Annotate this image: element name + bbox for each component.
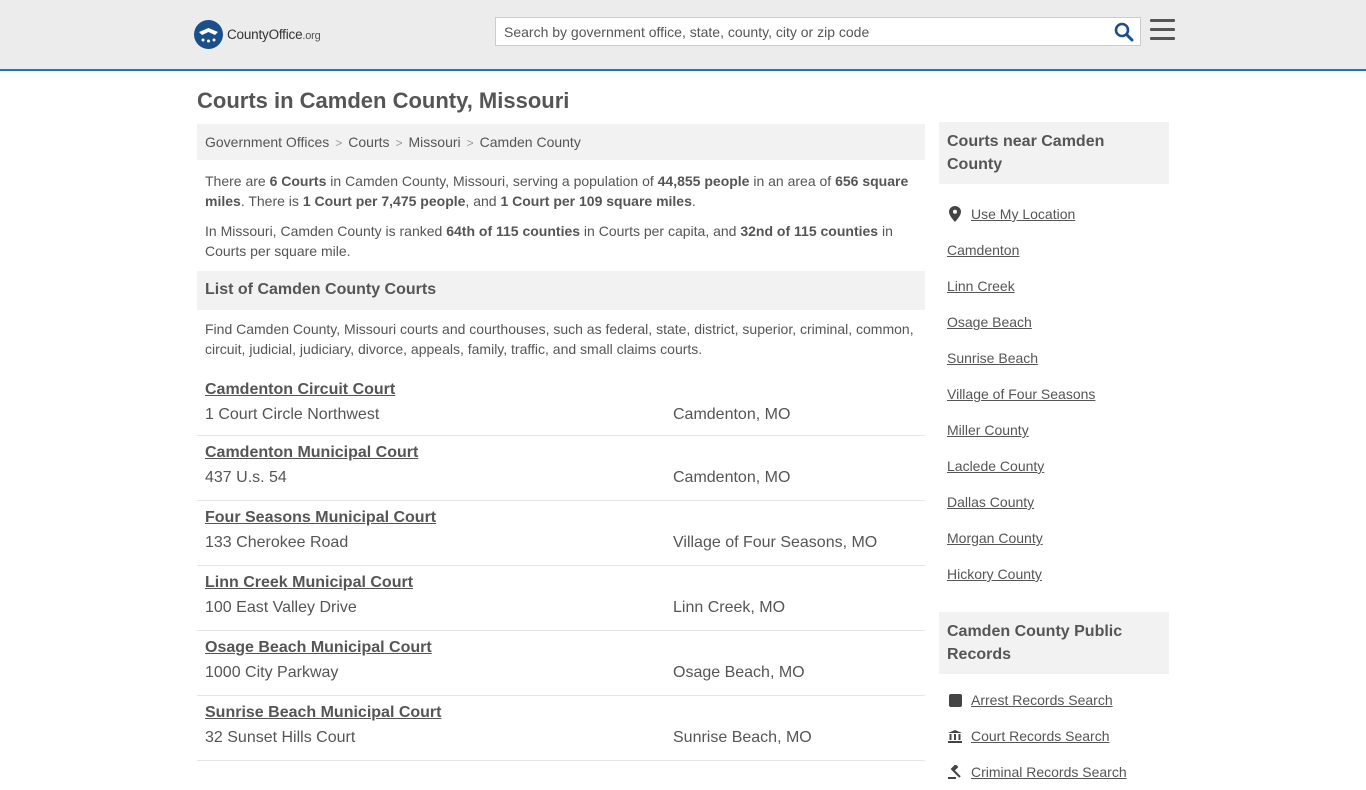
court-city: Camdenton, MO [673, 406, 791, 423]
nearby-item: Camdenton [939, 232, 1169, 268]
sidebar: Courts near Camden County Use My Locatio… [939, 122, 1169, 790]
court-address: 133 Cherokee Road [205, 534, 349, 551]
court-list-description: Find Camden County, Missouri courts and … [205, 321, 914, 357]
hamburger-icon-bar [1150, 28, 1175, 31]
square-icon [947, 693, 963, 707]
nearby-link-sunrise-beach[interactable]: Sunrise Beach [947, 350, 1038, 366]
search-button[interactable] [1114, 22, 1134, 42]
nearby-item: Village of Four Seasons [939, 376, 1169, 412]
records-item: Arrest Records Search [939, 682, 1169, 718]
court-city: Sunrise Beach, MO [673, 729, 812, 746]
nearby-item: Miller County [939, 412, 1169, 448]
nearby-item: Sunrise Beach [939, 340, 1169, 376]
court-name-link[interactable]: Camdenton Circuit Court [205, 381, 395, 399]
breadcrumb-separator: > [466, 136, 474, 150]
nearby-item: Dallas County [939, 484, 1169, 520]
court-item: Four Seasons Municipal Court 133 Cheroke… [197, 501, 925, 566]
logo-text: CountyOffice.org [227, 27, 321, 42]
nearby-link-miller-county[interactable]: Miller County [947, 422, 1029, 438]
nearby-item: Morgan County [939, 520, 1169, 556]
court-city: Linn Creek, MO [673, 599, 786, 616]
breadcrumb-separator: > [335, 136, 343, 150]
criminal-records-link[interactable]: Criminal Records Search [971, 764, 1127, 780]
court-address: 1 Court Circle Northwest [205, 406, 380, 423]
court-city: Village of Four Seasons, MO [673, 534, 878, 551]
court-name-link[interactable]: Linn Creek Municipal Court [205, 574, 413, 592]
nearby-item: Hickory County [939, 556, 1169, 592]
court-city: Osage Beach, MO [673, 664, 805, 681]
public-records-heading: Camden County Public Records [939, 612, 1169, 674]
nearby-item: Laclede County [939, 448, 1169, 484]
search-icon [1114, 22, 1134, 42]
nearby-item: Osage Beach [939, 304, 1169, 340]
arrest-records-link[interactable]: Arrest Records Search [971, 692, 1113, 708]
breadcrumb-courts[interactable]: Courts [348, 134, 389, 150]
nearby-courts-heading: Courts near Camden County [939, 122, 1169, 184]
breadcrumb-missouri[interactable]: Missouri [409, 134, 461, 150]
court-name-link[interactable]: Sunrise Beach Municipal Court [205, 704, 441, 722]
court-address: 100 East Valley Drive [205, 599, 357, 616]
records-item: Court Records Search [939, 718, 1169, 754]
court-item: Linn Creek Municipal Court 100 East Vall… [197, 566, 925, 631]
use-my-location-item: Use My Location [939, 196, 1169, 232]
nearby-link-osage-beach[interactable]: Osage Beach [947, 314, 1032, 330]
page-title: Courts in Camden County, Missouri [197, 88, 570, 113]
site-header: CountyOffice.org [0, 0, 1366, 71]
breadcrumb-separator: > [395, 136, 403, 150]
court-list-heading: List of Camden County Courts [197, 271, 925, 310]
breadcrumb: Government Offices > Courts > Missouri > Camde… [197, 124, 925, 160]
search-input[interactable] [496, 18, 1106, 45]
search-box [495, 17, 1141, 46]
nearby-link-linn-creek[interactable]: Linn Creek [947, 278, 1015, 294]
hamburger-icon-bar [1150, 37, 1175, 40]
court-item: Osage Beach Municipal Court 1000 City Pa… [197, 631, 925, 696]
public-records-list: Arrest Records Search Court Records Sear… [939, 674, 1169, 790]
nearby-link-hickory-county[interactable]: Hickory County [947, 566, 1042, 582]
logo-badge-icon [194, 20, 223, 49]
court-address: 1000 City Parkway [205, 664, 339, 681]
court-name-link[interactable]: Four Seasons Municipal Court [205, 509, 436, 527]
use-my-location-link[interactable]: Use My Location [971, 206, 1075, 222]
intro-ranking: In Missouri, Camden County is ranked 64t… [205, 223, 893, 259]
court-item: Camdenton Municipal Court 437 U.s. 54 Ca… [197, 436, 925, 501]
gavel-icon [947, 765, 963, 779]
site-logo[interactable]: CountyOffice.org [194, 20, 321, 49]
court-item: Sunrise Beach Municipal Court 32 Sunset … [197, 696, 925, 761]
court-item: Camdenton Circuit Court 1 Court Circle N… [197, 373, 925, 436]
nearby-link-dallas-county[interactable]: Dallas County [947, 494, 1034, 510]
menu-button[interactable] [1150, 19, 1175, 41]
court-address: 437 U.s. 54 [205, 469, 287, 486]
nearby-courts-list: Use My Location Camdenton Linn Creek Osa… [939, 184, 1169, 592]
nearby-link-village-of-four-seasons[interactable]: Village of Four Seasons [947, 386, 1095, 402]
court-records-link[interactable]: Court Records Search [971, 728, 1110, 744]
nearby-link-morgan-county[interactable]: Morgan County [947, 530, 1043, 546]
records-item: Criminal Records Search [939, 754, 1169, 790]
court-list: Camdenton Circuit Court 1 Court Circle N… [197, 373, 925, 761]
court-city: Camdenton, MO [673, 469, 791, 486]
court-address: 32 Sunset Hills Court [205, 729, 356, 746]
hamburger-icon [1150, 19, 1175, 22]
court-name-link[interactable]: Camdenton Municipal Court [205, 444, 418, 462]
breadcrumb-camden-county[interactable]: Camden County [480, 134, 581, 150]
location-pin-icon [947, 206, 963, 222]
intro-text: There are 6 Courts in Camden County, Mis… [197, 160, 925, 261]
nearby-link-laclede-county[interactable]: Laclede County [947, 458, 1044, 474]
main-content: Government Offices > Courts > Missouri > Camde… [197, 124, 925, 761]
intro-summary: There are 6 Courts in Camden County, Mis… [205, 173, 909, 209]
courthouse-icon [947, 729, 963, 743]
nearby-item: Linn Creek [939, 268, 1169, 304]
court-name-link[interactable]: Osage Beach Municipal Court [205, 639, 432, 657]
nearby-link-camdenton[interactable]: Camdenton [947, 242, 1019, 258]
breadcrumb-government-offices[interactable]: Government Offices [205, 134, 329, 150]
